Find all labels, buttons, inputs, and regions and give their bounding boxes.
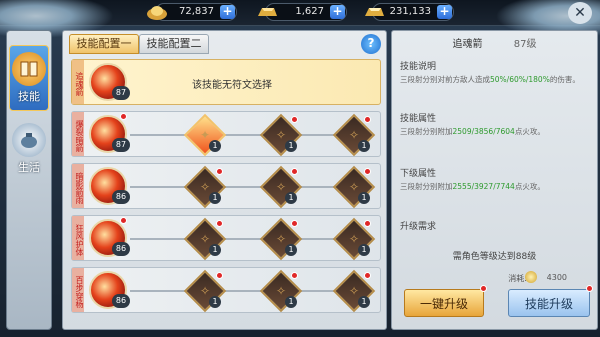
skill-name: 爆裂暗箭	[72, 112, 84, 156]
notification-dot	[291, 272, 298, 279]
upgrade-requirement-section: 升级需求	[400, 219, 590, 234]
sidebar-item-life-label: 生活	[18, 161, 40, 174]
add-silver-button[interactable]: +	[437, 5, 452, 19]
next-level-values: 2555/3927/7744	[452, 182, 515, 191]
skill-attributes-section: 技能属性 三段射分别附加2509/3856/7604点火攻。	[400, 111, 590, 137]
attributes-post: 点火攻。	[514, 127, 545, 136]
skill-level-badge: 86	[112, 242, 130, 256]
next-level-header: 下级属性	[400, 169, 437, 179]
attributes-pre: 三段射分别附加	[400, 127, 453, 136]
rune-count: 1	[209, 296, 221, 308]
requirement-text: 需角色等级达到88级	[452, 252, 537, 262]
add-gold-bar-button[interactable]: +	[330, 5, 345, 19]
skill-level-badge: 86	[112, 294, 130, 308]
no-rune-message: 该技能无符文选择	[192, 80, 272, 91]
one-click-upgrade-button[interactable]: 一键升级	[404, 289, 484, 317]
notification-dot	[291, 168, 298, 175]
skill-row-2[interactable]: 爆裂暗箭 87 ✦ 1 ✧ 1 ✧ 1	[71, 111, 381, 157]
notification-dot	[216, 168, 223, 175]
rune-slot-1[interactable]: ✦	[183, 113, 227, 157]
rune-count: 1	[209, 244, 221, 256]
currency-silver: 231,133 +	[365, 3, 454, 21]
notification-dot	[586, 285, 593, 292]
tab-config-one[interactable]: 技能配置一	[69, 34, 139, 54]
skill-upgrade-button[interactable]: 技能升级	[508, 289, 590, 317]
rune-count: 1	[358, 192, 370, 204]
skill-detail-panel: 追魂箭 87级 技能说明 三段射分别对前方敌人造成50%/60%/180%的伤害…	[391, 30, 598, 330]
book-icon	[12, 52, 46, 86]
currency-gold-bar-value: 1,627	[295, 6, 324, 17]
skill-name: 百步穿杨	[72, 268, 84, 312]
tools-icon[interactable]: ✕	[568, 2, 592, 24]
notification-dot	[291, 220, 298, 227]
notification-dot	[216, 272, 223, 279]
silver-ingot-icon	[365, 8, 384, 16]
skill-name: 暗影箭雨	[72, 164, 84, 208]
skill-level-badge: 86	[112, 190, 130, 204]
notification-dot	[480, 285, 487, 292]
next-level-post: 点火攻。	[514, 182, 545, 191]
description-values: 50%/60%/180%	[490, 75, 550, 84]
cost-value: 4300	[546, 273, 567, 282]
description-post: 的伤害。	[549, 75, 580, 84]
notification-dot	[120, 217, 127, 224]
notification-dot	[364, 116, 371, 123]
skill-row-4[interactable]: 狂风护体 86 ✧ 1 ✧ 1 ✧ 1	[71, 215, 381, 261]
skill-name: 追魂箭	[72, 60, 84, 104]
notification-dot	[364, 168, 371, 175]
skill-level-badge: 87	[112, 86, 130, 100]
rune-count: 1	[358, 244, 370, 256]
notification-dot	[291, 116, 298, 123]
next-level-section: 下级属性 三段射分别附加2555/3927/7744点火攻。	[400, 166, 590, 192]
skill-name: 狂风护体	[72, 216, 84, 260]
rune-count: 1	[209, 140, 221, 152]
sidebar-item-life[interactable]: 生活	[9, 117, 49, 183]
currency-ingot-value: 72,837	[179, 6, 214, 17]
gold-bar-icon	[258, 8, 277, 16]
pot-icon	[12, 123, 46, 157]
currency-silver-value: 231,133	[389, 6, 431, 17]
attributes-text: 三段射分别附加2509/3856/7604点火攻。	[400, 126, 590, 137]
sidebar-item-skills[interactable]: 技能	[9, 45, 49, 111]
description-header: 技能说明	[400, 62, 437, 72]
help-icon[interactable]: ?	[361, 34, 381, 54]
rune-count: 1	[358, 140, 370, 152]
detail-skill-level: 87级	[513, 39, 537, 50]
top-bar: 72,837 + 1,627 + 231,133 + ✕	[0, 0, 600, 40]
tab-config-two[interactable]: 技能配置二	[139, 34, 209, 54]
notification-dot	[364, 272, 371, 279]
skill-list-panel: 技能配置一 技能配置二 ? 追魂箭 87 该技能无符文选择 爆裂暗箭 87 ✦ …	[62, 30, 387, 330]
detail-skill-name: 追魂箭	[452, 39, 483, 50]
sidebar: 技能 生活	[6, 30, 52, 330]
currency-ingot: 72,837 +	[147, 3, 237, 21]
description-text: 三段射分别对前方敌人造成50%/60%/180%的伤害。	[400, 74, 590, 85]
attributes-header: 技能属性	[400, 114, 437, 124]
next-level-pre: 三段射分别附加	[400, 182, 453, 191]
sidebar-item-skills-label: 技能	[18, 90, 40, 103]
skill-row-3[interactable]: 暗影箭雨 86 ✧ 1 ✧ 1 ✧ 1	[71, 163, 381, 209]
rune-count: 1	[358, 296, 370, 308]
detail-title: 追魂箭 87级	[392, 35, 597, 51]
rune-count: 1	[285, 296, 297, 308]
notification-dot	[216, 220, 223, 227]
currency-gold-bar: 1,627 +	[258, 3, 347, 21]
skill-row-5[interactable]: 百步穿杨 86 ✧ 1 ✧ 1 ✧ 1	[71, 267, 381, 313]
rune-count: 1	[209, 192, 221, 204]
ingot-icon	[147, 6, 167, 20]
next-level-text: 三段射分别附加2555/3927/7744点火攻。	[400, 181, 590, 192]
skill-row-1[interactable]: 追魂箭 87 该技能无符文选择	[71, 59, 381, 105]
rune-count: 1	[285, 192, 297, 204]
skill-description-section: 技能说明 三段射分别对前方敌人造成50%/60%/180%的伤害。	[400, 59, 590, 85]
description-pre: 三段射分别对前方敌人造成	[400, 75, 490, 84]
rune-count: 1	[285, 244, 297, 256]
notification-dot	[364, 220, 371, 227]
attributes-values: 2509/3856/7604	[452, 127, 515, 136]
coin-icon	[525, 271, 537, 283]
rune-count: 1	[285, 140, 297, 152]
notification-dot	[120, 113, 127, 120]
skill-level-badge: 87	[112, 138, 130, 152]
add-ingot-button[interactable]: +	[220, 5, 235, 19]
requirement-header: 升级需求	[400, 222, 437, 232]
